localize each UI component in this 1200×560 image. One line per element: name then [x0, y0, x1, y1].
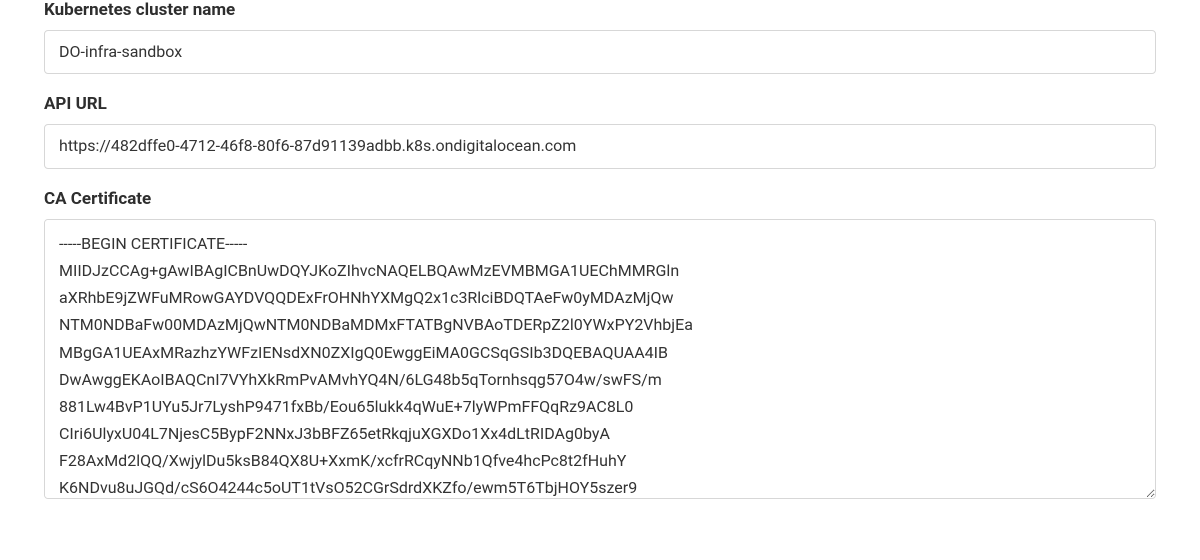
cluster-name-label: Kubernetes cluster name: [44, 0, 1156, 20]
api-url-input[interactable]: [44, 124, 1156, 168]
ca-certificate-label: CA Certificate: [44, 189, 1156, 209]
api-url-label: API URL: [44, 94, 1156, 114]
cluster-name-input[interactable]: [44, 30, 1156, 74]
api-url-group: API URL: [44, 94, 1156, 168]
cluster-name-group: Kubernetes cluster name: [44, 0, 1156, 74]
ca-certificate-textarea[interactable]: [44, 219, 1156, 499]
ca-certificate-group: CA Certificate: [44, 189, 1156, 503]
